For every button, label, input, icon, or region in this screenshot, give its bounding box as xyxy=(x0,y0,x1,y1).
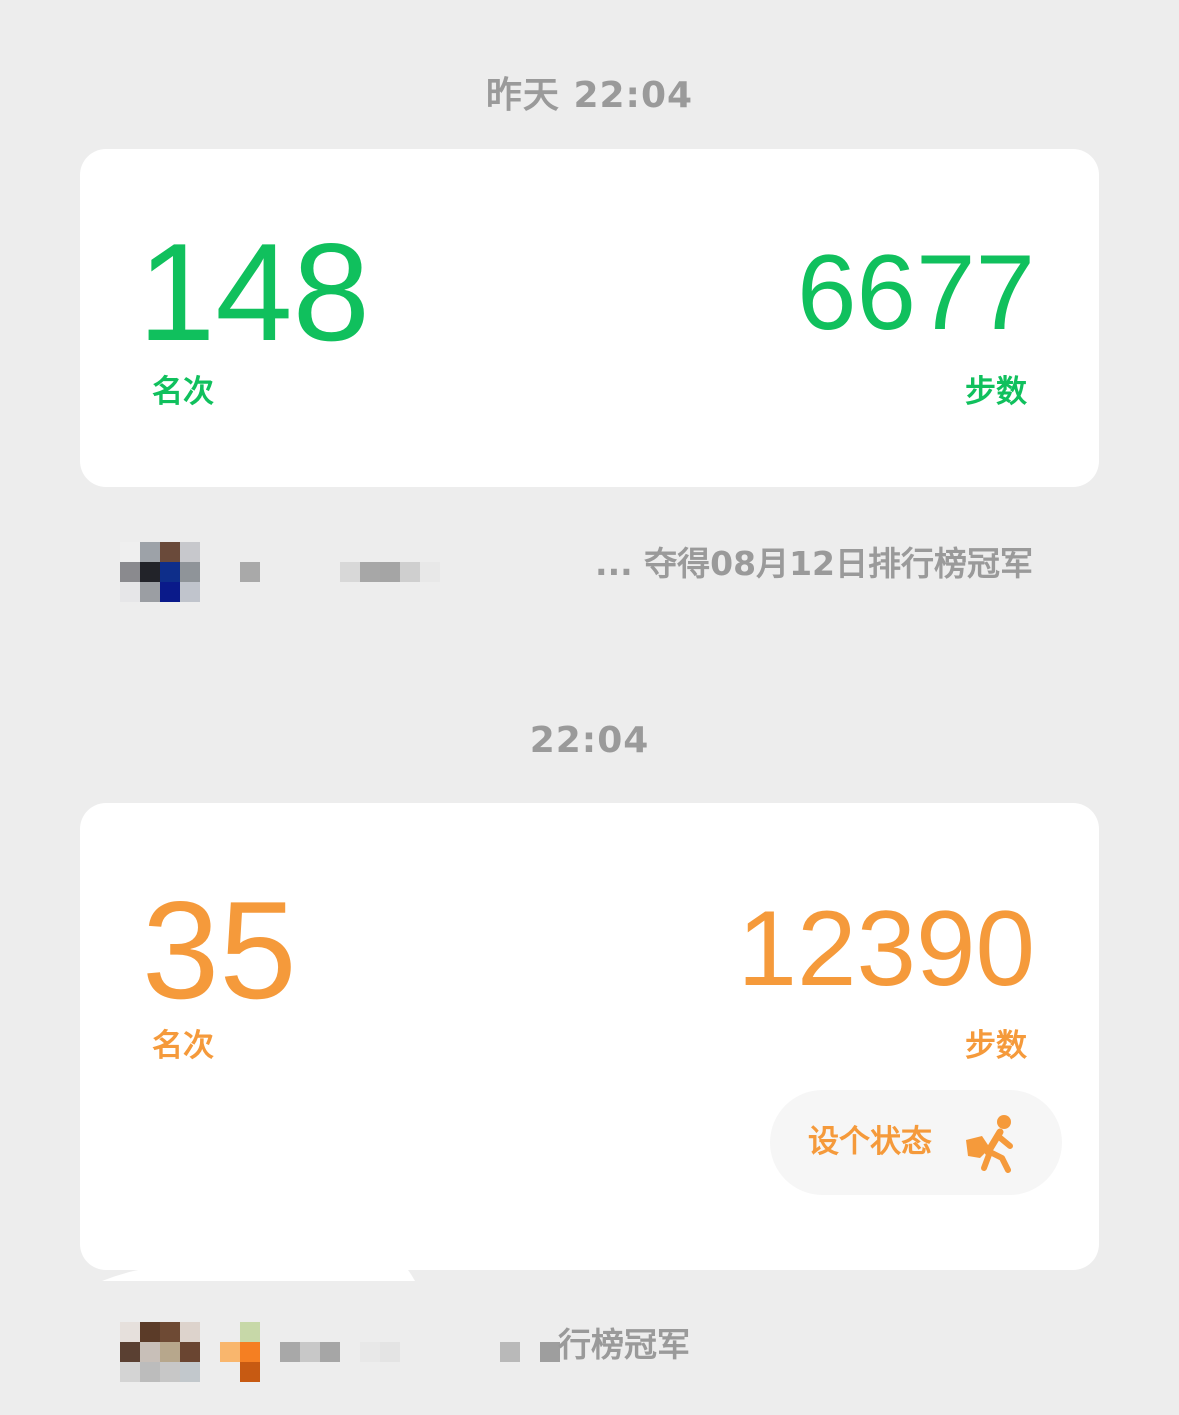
username-redacted xyxy=(240,562,440,582)
set-status-label: 设个状态 xyxy=(808,1124,932,1160)
username-redacted xyxy=(280,1342,560,1362)
timestamp-today: 22:04 xyxy=(529,720,650,761)
avatar[interactable] xyxy=(120,542,200,602)
badge-icon xyxy=(220,1322,260,1382)
steps-label: 步数 xyxy=(965,374,1027,410)
avatar[interactable] xyxy=(120,1322,200,1382)
bubble-tail xyxy=(102,1266,415,1281)
running-person-icon xyxy=(966,1115,1013,1173)
rank-value: 148 xyxy=(138,215,370,370)
step-rank-card[interactable]: 148 名次 6677 步数 xyxy=(80,149,1099,487)
champion-text: ... 夺得08月12日排行榜冠军 xyxy=(595,544,1033,583)
step-rank-card[interactable]: 35 名次 12390 步数 设个状态 xyxy=(80,803,1099,1270)
steps-value: 6677 xyxy=(796,232,1035,352)
steps-value: 12390 xyxy=(737,888,1035,1008)
rank-label: 名次 xyxy=(152,374,214,410)
steps-label: 步数 xyxy=(965,1028,1027,1064)
rank-label: 名次 xyxy=(152,1028,214,1064)
set-status-button[interactable]: 设个状态 xyxy=(770,1090,1062,1195)
rank-value: 35 xyxy=(142,873,297,1028)
champion-text: 行榜冠军 xyxy=(558,1325,690,1364)
timestamp-yesterday: 昨天 22:04 xyxy=(485,75,694,116)
